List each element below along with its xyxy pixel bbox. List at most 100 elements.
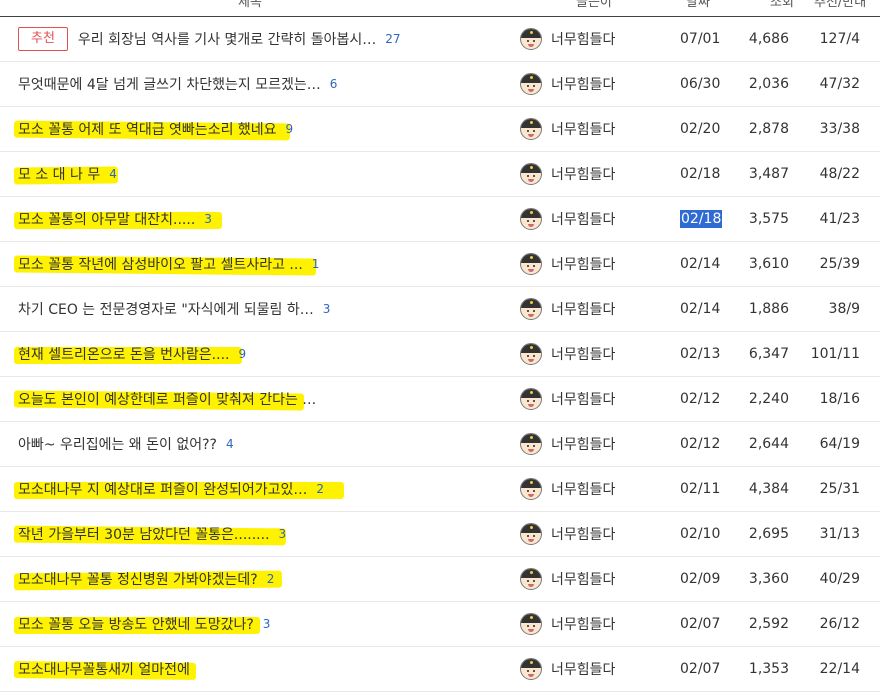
table-row[interactable]: 모소 꼴통 어제 또 역대급 엿빠는소리 했네요 9 너무힘들다 02/20 2,878… (0, 107, 880, 152)
post-title-link[interactable]: 아빠~ 우리집에는 왜 돈이 없어?? (18, 434, 217, 454)
vote-count: 41/23 (819, 211, 860, 227)
vote-count: 40/29 (819, 571, 860, 587)
post-title-link[interactable]: 모소대나무꼴통새끼 얼마전에 (18, 659, 190, 679)
table-row[interactable]: 모소 꼴통의 아무말 대잔치..... 3 너무힘들다 02/18 3,575 41/23 (0, 197, 880, 242)
post-title-cell: 모소대나무 꼴통 정신병원 가봐야겠는데? 2 (13, 557, 498, 601)
avatar (520, 478, 542, 500)
vote-count: 22/14 (819, 661, 860, 677)
post-title-cell: 모소 꼴통 어제 또 역대급 엿빠는소리 했네요 9 (13, 107, 498, 151)
post-title-link[interactable]: 모소대나무 지 예상대로 퍼즐이 완성되어가고있… (18, 479, 307, 499)
avatar (520, 208, 542, 230)
author-name[interactable]: 너무힘들다 (551, 389, 615, 409)
avatar (520, 163, 542, 185)
post-title-link[interactable]: 모소 꼴통 오늘 방송도 안했네 도망갔나? (18, 614, 254, 634)
author-cell: 너무힘들다 (520, 377, 615, 421)
comment-count[interactable]: 1 (312, 257, 320, 271)
post-title-link[interactable]: 모소대나무 꼴통 정신병원 가봐야겠는데? (18, 569, 258, 589)
author-name[interactable]: 너무힘들다 (551, 164, 615, 184)
author-name[interactable]: 너무힘들다 (551, 209, 615, 229)
table-row[interactable]: 차기 CEO 는 전문경영자로 "자식에게 되물림 하… 3 너무힘들다 02/14 1… (0, 287, 880, 332)
vote-count: 25/31 (819, 481, 860, 497)
table-row[interactable]: 모소대나무꼴통새끼 얼마전에 너무힘들다 02/07 1,353 22/14 (0, 647, 880, 692)
author-name[interactable]: 너무힘들다 (551, 614, 615, 634)
comment-count[interactable]: 3 (323, 302, 331, 316)
post-title-link[interactable]: 오늘도 본인이 예상한데로 퍼즐이 맞춰져 간다는 … (18, 389, 316, 409)
author-name[interactable]: 너무힘들다 (551, 29, 615, 49)
comment-count[interactable]: 4 (226, 437, 234, 451)
date-text: 02/12 (680, 436, 721, 452)
post-title-link[interactable]: 작년 가을부터 30분 남았다던 꼴통은........ (18, 524, 270, 544)
header-votes: 추천/반대 (814, 0, 867, 10)
post-title-link[interactable]: 차기 CEO 는 전문경영자로 "자식에게 되물림 하… (18, 299, 314, 319)
date-text: 07/01 (680, 31, 721, 47)
post-date: 02/18 (680, 197, 723, 241)
author-name[interactable]: 너무힘들다 (551, 344, 615, 364)
author-name[interactable]: 너무힘들다 (551, 254, 615, 274)
vote-count: 33/38 (819, 121, 860, 137)
comment-count[interactable]: 4 (109, 167, 117, 181)
comment-count[interactable]: 3 (279, 527, 287, 541)
author-name[interactable]: 너무힘들다 (551, 569, 615, 589)
avatar (520, 658, 542, 680)
post-title-link[interactable]: 모소 꼴통 어제 또 역대급 엿빠는소리 했네요 (18, 119, 277, 139)
comment-count[interactable]: 6 (330, 77, 338, 91)
author-name[interactable]: 너무힘들다 (551, 479, 615, 499)
comment-count[interactable]: 3 (263, 617, 271, 631)
table-row[interactable]: 추천 우리 회장님 역사를 기사 몇개로 간략히 돌아봅시… 27 너무힘들다 07/0… (0, 17, 880, 62)
comment-count[interactable]: 27 (385, 32, 400, 46)
author-name[interactable]: 너무힘들다 (551, 524, 615, 544)
post-date: 02/12 (680, 422, 720, 466)
post-title-link[interactable]: 무엇때문에 4달 넘게 글쓰기 차단했는지 모르겠는… (18, 74, 321, 94)
post-title-link[interactable]: 모소 꼴통 작년에 삼성바이오 팔고 셀트사라고 ... (18, 254, 303, 274)
date-text: 02/14 (680, 256, 721, 272)
view-count: 1,886 (748, 301, 789, 317)
author-name[interactable]: 너무힘들다 (551, 299, 615, 319)
post-title-link[interactable]: 모 소 대 나 무 (18, 164, 100, 184)
table-row[interactable]: 무엇때문에 4달 넘게 글쓰기 차단했는지 모르겠는… 6 너무힘들다 06/30 2,… (0, 62, 880, 107)
post-title-cell: 모소대나무꼴통새끼 얼마전에 (13, 647, 498, 691)
avatar (520, 118, 542, 140)
post-title-link[interactable]: 우리 회장님 역사를 기사 몇개로 간략히 돌아봅시… (78, 29, 376, 49)
view-count: 3,575 (748, 211, 789, 227)
comment-count[interactable]: 9 (238, 347, 246, 361)
table-row[interactable]: 모소대나무 지 예상대로 퍼즐이 완성되어가고있… 2 너무힘들다 02/11 4,38… (0, 467, 880, 512)
post-title-link[interactable]: 현재 셀트리온으로 돈을 번사람은.... (18, 344, 229, 364)
post-title-cell: 현재 셀트리온으로 돈을 번사람은.... 9 (14, 332, 498, 376)
date-text: 02/09 (680, 571, 721, 587)
author-name[interactable]: 너무힘들다 (551, 659, 615, 679)
vote-count: 127/4 (819, 31, 860, 47)
post-date: 02/10 (680, 512, 720, 556)
table-row[interactable]: 모소대나무 꼴통 정신병원 가봐야겠는데? 2 너무힘들다 02/09 3,360 40/… (0, 557, 880, 602)
comment-count[interactable]: 9 (286, 122, 294, 136)
vote-count: 31/13 (819, 526, 860, 542)
table-row[interactable]: 아빠~ 우리집에는 왜 돈이 없어?? 4 너무힘들다 02/12 2,644 64/19 (0, 422, 880, 467)
table-row[interactable]: 모소 꼴통 작년에 삼성바이오 팔고 셀트사라고 ... 1 너무힘들다 02/14 3… (0, 242, 880, 287)
author-name[interactable]: 너무힘들다 (551, 119, 615, 139)
date-text: 02/10 (680, 526, 721, 542)
post-title-cell: 아빠~ 우리집에는 왜 돈이 없어?? 4 (18, 422, 498, 466)
vote-count: 26/12 (819, 616, 860, 632)
vote-count: 48/22 (819, 166, 860, 182)
table-row[interactable]: 오늘도 본인이 예상한데로 퍼즐이 맞춰져 간다는 … 너무힘들다 02/12 2,2… (0, 377, 880, 422)
comment-count[interactable]: 3 (204, 212, 212, 226)
post-date: 02/13 (680, 332, 720, 376)
post-title-cell: 무엇때문에 4달 넘게 글쓰기 차단했는지 모르겠는… 6 (18, 62, 498, 106)
header-views: 조회 (770, 0, 794, 10)
author-cell: 너무힘들다 (520, 152, 615, 196)
post-title-link[interactable]: 모소 꼴통의 아무말 대잔치..... (18, 209, 195, 229)
avatar (520, 253, 542, 275)
author-name[interactable]: 너무힘들다 (551, 434, 615, 454)
table-row[interactable]: 모 소 대 나 무 4 너무힘들다 02/18 3,487 48/22 (0, 152, 880, 197)
table-row[interactable]: 현재 셀트리온으로 돈을 번사람은.... 9 너무힘들다 02/13 6,347 101… (0, 332, 880, 377)
author-name[interactable]: 너무힘들다 (551, 74, 615, 94)
avatar (520, 523, 542, 545)
table-row[interactable]: 작년 가을부터 30분 남았다던 꼴통은........ 3 너무힘들다 02/10 2… (0, 512, 880, 557)
table-row[interactable]: 모소 꼴통 오늘 방송도 안했네 도망갔나? 3 너무힘들다 02/07 2,592 26… (0, 602, 880, 647)
comment-count[interactable]: 2 (267, 572, 275, 586)
post-title-cell: 추천 우리 회장님 역사를 기사 몇개로 간략히 돌아봅시… 27 (18, 17, 498, 61)
date-text: 02/13 (680, 346, 721, 362)
post-title-cell: 작년 가을부터 30분 남았다던 꼴통은........ 3 (13, 512, 498, 556)
comment-count[interactable]: 2 (316, 482, 324, 496)
view-count: 2,240 (748, 391, 789, 407)
post-title-cell: 오늘도 본인이 예상한데로 퍼즐이 맞춰져 간다는 … (13, 377, 498, 421)
